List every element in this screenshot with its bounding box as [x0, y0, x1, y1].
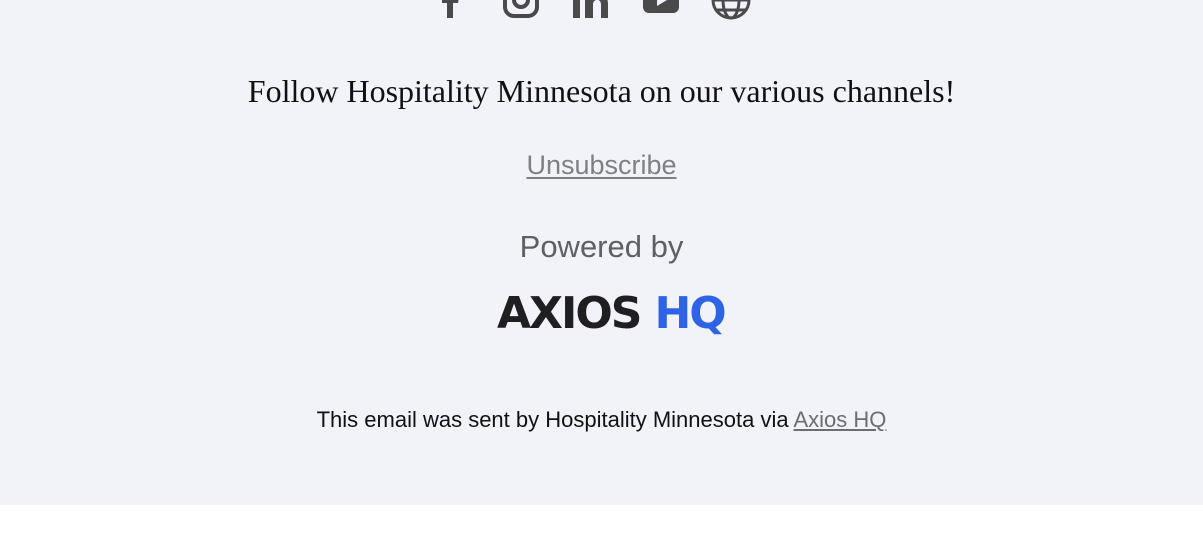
instagram-icon	[502, 0, 539, 18]
facebook-icon	[441, 0, 458, 18]
axios-hq-logo: AXIOS HQ	[497, 288, 727, 339]
unsubscribe-container: Unsubscribe	[0, 149, 1203, 181]
powered-by-label: Powered by	[519, 229, 684, 264]
linkedin-link[interactable]	[565, 0, 617, 20]
email-footer: Follow Hospitality Minnesota on our vari…	[0, 0, 1203, 505]
facebook-link[interactable]	[425, 0, 477, 20]
sent-by-line: This email was sent by Hospitality Minne…	[0, 405, 1203, 435]
website-link[interactable]	[705, 0, 757, 20]
instagram-link[interactable]	[495, 0, 547, 20]
youtube-icon	[642, 0, 679, 13]
logo-hq-text: HQ	[654, 288, 726, 339]
social-links-row	[0, 0, 1192, 20]
sent-by-text: This email was sent by Hospitality Minne…	[316, 407, 789, 432]
axios-hq-link[interactable]: Axios HQ	[793, 407, 886, 432]
logo-axios-text: AXIOS	[497, 288, 642, 339]
bottom-white-space	[0, 505, 1203, 556]
linkedin-icon	[572, 0, 608, 18]
globe-icon	[711, 0, 750, 20]
follow-message: Follow Hospitality Minnesota on our vari…	[247, 73, 956, 109]
unsubscribe-link[interactable]: Unsubscribe	[526, 150, 676, 180]
youtube-link[interactable]	[635, 0, 687, 20]
